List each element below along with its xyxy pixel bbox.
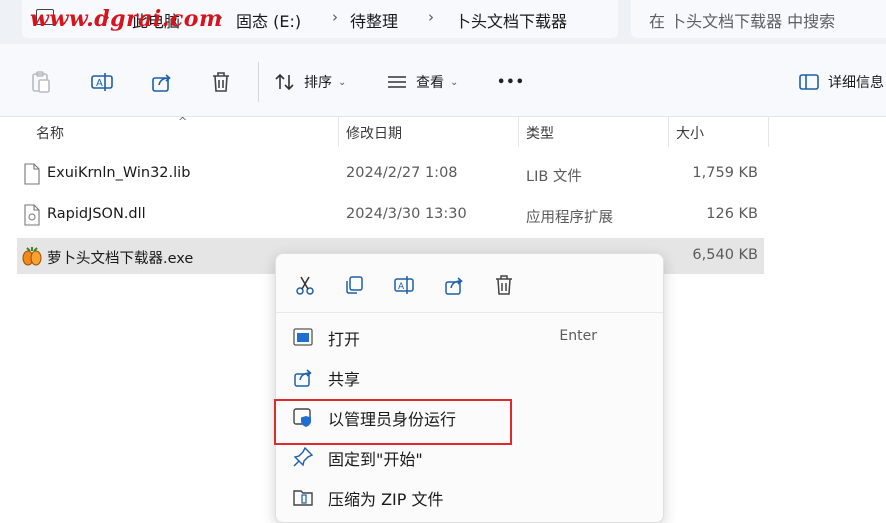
title-bar: › 此电脑 › 固态 (E:) › 待整理 › 卜头文档下载器 www.dgra… — [0, 0, 886, 44]
scissors-icon — [296, 276, 314, 295]
trash-icon — [213, 72, 229, 92]
watermark: www.dgrai.com — [30, 6, 223, 32]
svg-text:A: A — [398, 282, 405, 292]
share-icon — [152, 74, 171, 92]
chevron-right-icon: › — [428, 8, 434, 26]
menu-item-label: 共享 — [328, 370, 361, 389]
rename-icon: A — [394, 276, 414, 294]
context-menu: A 打开 Enter 共享 以管理员身份运行 固定到"开始" 压缩为 ZIP 文… — [275, 253, 664, 523]
details-label: 详细信息 — [828, 75, 884, 91]
delete-button[interactable] — [487, 270, 521, 300]
rename-button[interactable]: A — [90, 68, 114, 96]
toolbar-divider — [258, 62, 259, 102]
menu-item-share[interactable]: 共享 — [276, 358, 663, 394]
menu-item-compress-zip[interactable]: 压缩为 ZIP 文件 — [276, 478, 663, 514]
command-bar: A 排序 ⌄ 查看 ⌄ ••• 详细信息 — [0, 44, 886, 117]
sort-button[interactable]: 排序 ⌄ — [274, 68, 346, 96]
dll-file-icon — [24, 204, 40, 226]
file-size: 6,540 KB — [692, 247, 758, 263]
column-divider[interactable] — [668, 117, 669, 147]
cut-button[interactable] — [288, 270, 322, 300]
annotation-highlight-box — [274, 399, 512, 445]
rename-icon: A — [91, 73, 113, 91]
file-icon — [24, 163, 40, 185]
menu-divider — [276, 312, 663, 313]
chevron-down-icon: ⌄ — [450, 76, 459, 88]
file-size: 1,759 KB — [692, 165, 758, 181]
view-button[interactable]: 查看 ⌄ — [386, 68, 458, 96]
file-name: ExuiKrnln_Win32.lib — [47, 165, 191, 181]
search-placeholder: 在 卜头文档下载器 中搜索 — [649, 12, 836, 31]
sort-label: 排序 — [304, 75, 332, 91]
copy-button[interactable] — [337, 270, 371, 300]
file-name: 萝卜头文档下载器.exe — [47, 251, 194, 267]
column-size[interactable]: 大小 — [676, 123, 704, 143]
column-divider[interactable] — [518, 117, 519, 147]
copy-icon — [346, 276, 363, 294]
breadcrumb-drive[interactable]: 固态 (E:) — [236, 8, 301, 32]
delete-button[interactable] — [210, 68, 232, 96]
view-list-icon — [388, 76, 406, 88]
sort-icon — [275, 73, 294, 91]
open-window-icon — [293, 328, 313, 346]
share-button[interactable] — [437, 270, 471, 300]
search-box[interactable]: 在 卜头文档下载器 中搜索 — [631, 0, 886, 38]
file-type: 应用程序扩展 — [526, 210, 613, 226]
view-label: 查看 — [416, 75, 444, 91]
column-divider[interactable] — [338, 117, 339, 147]
chevron-down-icon: ⌄ — [338, 76, 347, 88]
file-size: 126 KB — [706, 206, 758, 222]
chevron-right-icon: › — [332, 8, 338, 26]
menu-item-label: 打开 — [328, 330, 361, 349]
pin-icon — [293, 446, 314, 467]
trash-icon — [496, 275, 512, 295]
sort-ascending-icon: ^ — [178, 115, 188, 128]
svg-text:A: A — [96, 78, 103, 89]
file-modified: 2024/3/30 13:30 — [346, 206, 467, 222]
details-pane-icon — [799, 74, 819, 90]
menu-item-open[interactable]: 打开 Enter — [276, 318, 663, 354]
file-modified: 2024/2/27 1:08 — [346, 165, 458, 181]
menu-item-label: 固定到"开始" — [328, 450, 423, 469]
column-modified[interactable]: 修改日期 — [346, 123, 402, 143]
more-options-icon: ••• — [497, 74, 525, 90]
share-button[interactable] — [150, 68, 174, 96]
breadcrumb-current[interactable]: 卜头文档下载器 — [455, 8, 567, 32]
share-icon — [445, 277, 463, 295]
rename-button[interactable]: A — [387, 270, 421, 300]
breadcrumb-folder[interactable]: 待整理 — [350, 8, 398, 32]
column-name[interactable]: 名称 — [36, 123, 64, 143]
paste-button[interactable] — [30, 68, 52, 96]
file-row[interactable]: ExuiKrnln_Win32.lib 2024/2/27 1:08 LIB 文… — [17, 156, 764, 192]
column-type[interactable]: 类型 — [526, 123, 554, 143]
share-icon — [294, 369, 312, 387]
paste-icon — [32, 71, 50, 93]
zip-folder-icon — [293, 490, 313, 506]
shortcut-hint: Enter — [559, 328, 597, 344]
column-divider[interactable] — [768, 117, 769, 147]
menu-item-label: 压缩为 ZIP 文件 — [328, 490, 444, 509]
more-button[interactable]: ••• — [497, 68, 525, 96]
file-type: LIB 文件 — [526, 169, 582, 185]
file-row[interactable]: RapidJSON.dll 2024/3/30 13:30 应用程序扩展 126… — [17, 197, 764, 233]
radish-app-icon — [22, 247, 42, 266]
column-header-row: ^ 名称 修改日期 类型 大小 — [0, 115, 886, 147]
details-pane-button[interactable]: 详细信息 — [798, 68, 884, 96]
file-name: RapidJSON.dll — [47, 206, 146, 222]
